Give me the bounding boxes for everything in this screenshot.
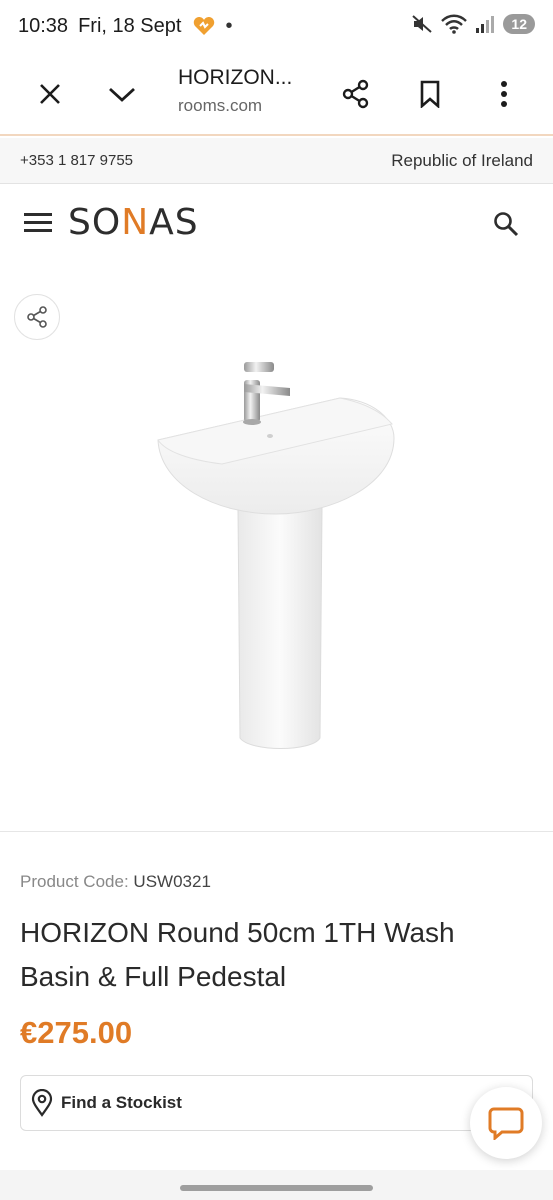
product-code: Product Code: USW0321 [20, 872, 211, 892]
status-bar: 10:38 Fri, 18 Sept • 12 [0, 0, 553, 52]
status-dot: • [225, 14, 233, 37]
page-title: HORIZON... [178, 66, 293, 89]
mute-icon [412, 15, 433, 33]
menu-icon[interactable] [20, 204, 56, 240]
page-url: rooms.com [178, 96, 263, 115]
heart-notification-icon [194, 17, 215, 35]
product-price: €275.00 [20, 1015, 133, 1050]
chevron-down-icon[interactable] [102, 74, 142, 114]
share-icon[interactable] [336, 74, 376, 114]
status-date: Fri, 18 Sept [78, 14, 182, 37]
close-icon[interactable] [30, 74, 70, 114]
bookmark-icon[interactable] [410, 74, 450, 114]
chat-icon [488, 1107, 524, 1140]
browser-toolbar: HORIZON... rooms.com [0, 52, 553, 136]
product-code-label: Product Code: [20, 872, 129, 891]
browser-title-block[interactable]: HORIZON... rooms.com [178, 66, 338, 116]
wifi-icon [441, 14, 468, 34]
site-topbar: +353 1 817 9755 Republic of Ireland [0, 138, 553, 184]
chat-button[interactable] [470, 1087, 542, 1159]
region-selector[interactable]: Republic of Ireland [391, 151, 533, 171]
find-stockist-button[interactable]: Find a Stockist [20, 1075, 533, 1131]
product-title: HORIZON Round 50cm 1TH Wash Basin & Full… [20, 917, 455, 992]
location-pin-icon [31, 1089, 53, 1117]
search-icon[interactable] [486, 204, 526, 244]
logo-text-accent: N [121, 202, 150, 243]
home-indicator[interactable] [180, 1185, 373, 1191]
product-code-value: USW0321 [133, 872, 211, 891]
site-logo[interactable]: SONAS [68, 202, 199, 243]
site-header: SONAS [0, 184, 553, 260]
logo-text-end: AS [149, 202, 199, 243]
status-icons: 12 [411, 14, 535, 34]
phone-number[interactable]: +353 1 817 9755 [20, 152, 133, 169]
basin-pedestal-image [157, 362, 395, 749]
status-time: 10:38 [18, 14, 69, 37]
product-details: Product Code: USW0321 HORIZON Round 50cm… [0, 833, 553, 1200]
find-stockist-label: Find a Stockist [61, 1093, 182, 1112]
logo-text-start: SO [68, 202, 122, 243]
battery-indicator: 12 [503, 14, 535, 34]
more-vert-icon[interactable] [484, 74, 524, 114]
product-image-area [0, 260, 553, 832]
signal-icon [476, 16, 495, 33]
